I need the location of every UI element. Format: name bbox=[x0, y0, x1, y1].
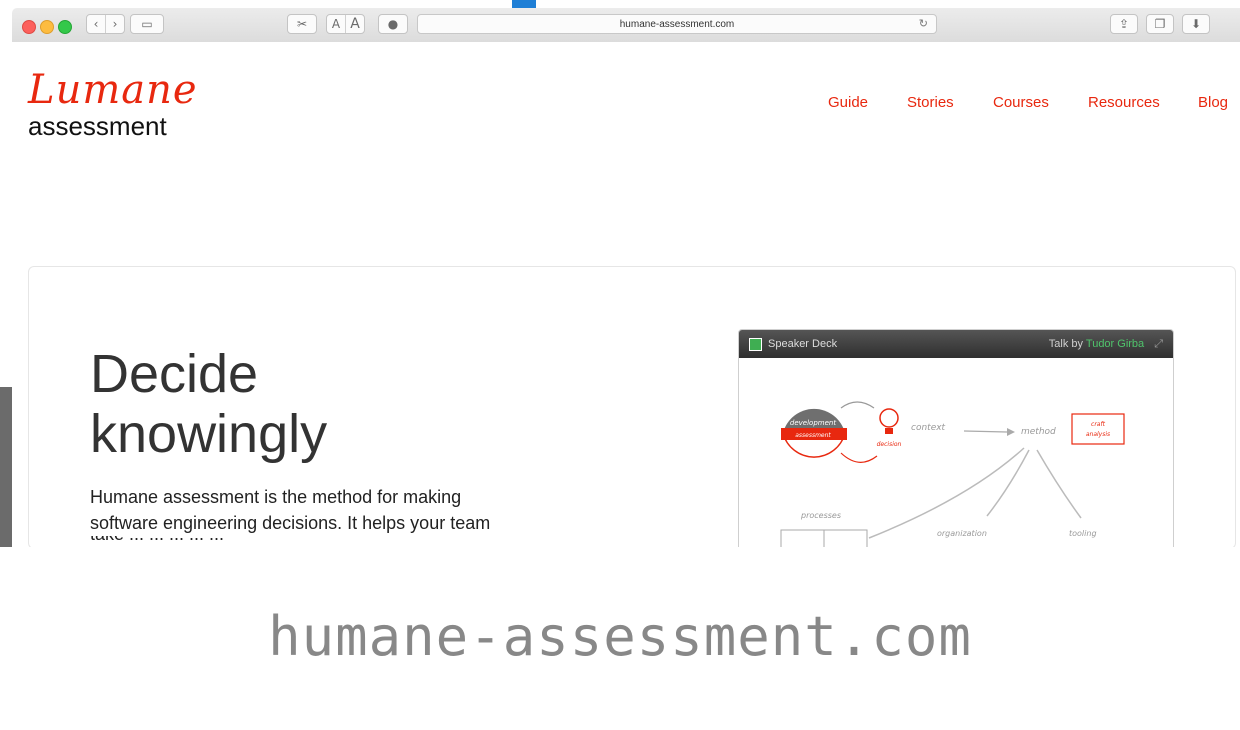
speaker-deck-logo-icon bbox=[749, 337, 762, 351]
text-smaller-button[interactable]: A bbox=[327, 15, 345, 33]
decision-label: decision bbox=[877, 441, 902, 448]
evernote-button[interactable]: ● bbox=[378, 14, 408, 34]
method-label: method bbox=[1021, 427, 1056, 437]
nav-courses[interactable]: Courses bbox=[993, 94, 1049, 111]
bulb-icon bbox=[879, 408, 899, 428]
share-button[interactable]: ⇪ bbox=[1110, 14, 1138, 34]
hero-title: Decide knowingly bbox=[90, 344, 327, 464]
address-bar[interactable]: humane-assessment.com ↻ bbox=[417, 14, 937, 34]
nav-guide[interactable]: Guide bbox=[828, 94, 868, 111]
elephant-icon: ● bbox=[387, 17, 399, 31]
share-icon: ⇪ bbox=[1118, 17, 1130, 31]
analysis-label: analysis bbox=[1086, 431, 1110, 438]
blue-window-edge bbox=[512, 0, 536, 8]
context-arrowhead bbox=[1007, 428, 1015, 436]
branch-tooling bbox=[1036, 449, 1082, 519]
reload-icon[interactable]: ↻ bbox=[919, 17, 928, 30]
feedback-arrow-bottom bbox=[840, 452, 878, 463]
sidebar-icon: ▭ bbox=[141, 17, 153, 31]
hero-title-line2: knowingly bbox=[90, 404, 328, 464]
slide-diagram: development assessment decision context … bbox=[780, 401, 1125, 548]
clipper-button[interactable]: ✂ bbox=[287, 14, 317, 34]
desktop-backdrop bbox=[0, 387, 12, 547]
close-window-button[interactable] bbox=[22, 20, 36, 34]
speaker-deck-header: Speaker Deck Talk by Tudor Girba ⤢ bbox=[739, 330, 1173, 358]
nav-resources[interactable]: Resources bbox=[1088, 94, 1160, 111]
hero-description-partial: take ... ... ... ... ... bbox=[90, 536, 530, 547]
minimize-window-button[interactable] bbox=[40, 20, 54, 34]
expand-icon[interactable]: ⤢ bbox=[1154, 338, 1163, 351]
context-label: context bbox=[911, 423, 946, 433]
zoom-window-button[interactable] bbox=[58, 20, 72, 34]
craft-analysis-box bbox=[1071, 413, 1125, 445]
branch-processes bbox=[868, 447, 1025, 539]
hero-description: Humane assessment is the method for maki… bbox=[90, 487, 491, 533]
caption-domain: humane-assessment.com bbox=[268, 605, 972, 668]
back-icon[interactable]: ‹ bbox=[87, 15, 105, 33]
text-larger-button[interactable]: A bbox=[345, 15, 364, 33]
text-size-control[interactable]: A A bbox=[326, 14, 365, 34]
speaker-deck-embed[interactable]: Speaker Deck Talk by Tudor Girba ⤢ devel… bbox=[738, 329, 1174, 549]
tabs-button[interactable]: ❐ bbox=[1146, 14, 1174, 34]
talk-by: Talk by Tudor Girba bbox=[1049, 338, 1144, 350]
nav-stories[interactable]: Stories bbox=[907, 94, 954, 111]
tooling-label: tooling bbox=[1069, 529, 1097, 538]
assessment-label: assessment bbox=[795, 432, 831, 439]
scissors-icon: ✂ bbox=[296, 17, 308, 31]
processes-label: processes bbox=[800, 511, 841, 520]
back-forward-control[interactable]: ‹ › bbox=[86, 14, 125, 34]
organization-label: organization bbox=[937, 529, 987, 538]
bulb-base bbox=[885, 428, 893, 434]
hero-description-cutoff: take ... ... ... ... ... bbox=[90, 536, 530, 547]
talk-by-label: Talk by bbox=[1048, 338, 1084, 350]
url-text: humane-assessment.com bbox=[619, 18, 735, 30]
forward-icon[interactable]: › bbox=[105, 15, 124, 33]
downloads-button[interactable]: ⬇ bbox=[1182, 14, 1210, 34]
speaker-deck-brand[interactable]: Speaker Deck bbox=[768, 338, 837, 350]
tabs-icon: ❐ bbox=[1154, 17, 1166, 31]
development-label: development bbox=[790, 419, 836, 427]
craft-label: craft bbox=[1091, 421, 1106, 428]
sidebar-button[interactable]: ▭ bbox=[130, 14, 164, 34]
site-logo-script[interactable]: Lumane bbox=[28, 70, 198, 110]
site-logo-text[interactable]: assessment bbox=[28, 112, 167, 140]
hero-title-line1: Decide bbox=[90, 344, 259, 404]
branch-organization bbox=[986, 449, 1030, 517]
context-arrow bbox=[963, 430, 1008, 433]
browser-toolbar: ‹ › ▭ ✂ A A ● humane-assessment.com ↻ ⇪ … bbox=[12, 8, 1240, 43]
nav-blog[interactable]: Blog bbox=[1198, 94, 1228, 111]
feedback-arrow-top bbox=[840, 401, 875, 409]
download-icon: ⬇ bbox=[1190, 17, 1202, 31]
talk-author-link[interactable]: Tudor Girba bbox=[1086, 338, 1144, 350]
